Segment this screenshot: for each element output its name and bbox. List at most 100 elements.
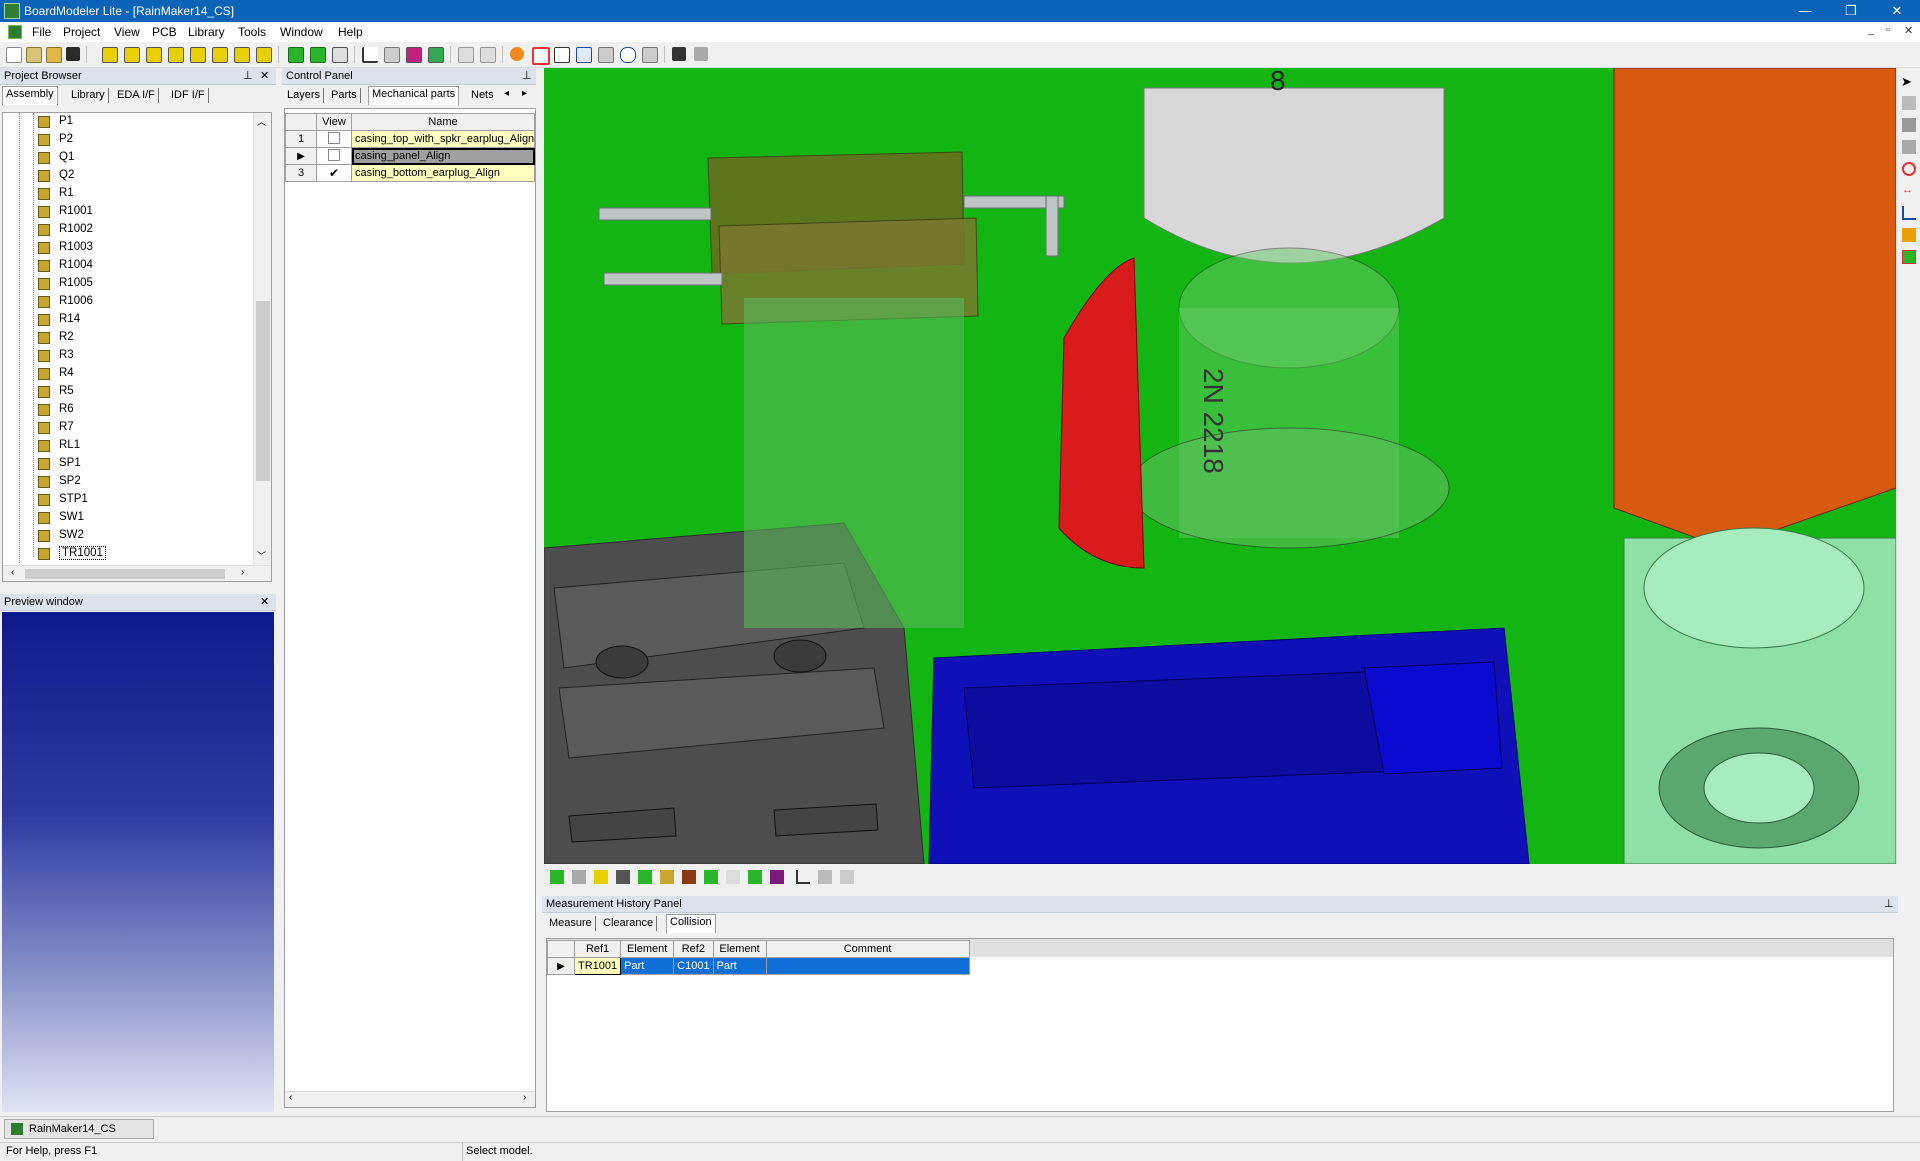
tab-nets[interactable]: Nets: [468, 88, 497, 103]
transparency-icon[interactable]: [840, 870, 854, 884]
scroll-left-icon[interactable]: ‹: [11, 567, 14, 578]
column-header-name[interactable]: Name: [351, 113, 535, 131]
view-top-icon[interactable]: [550, 870, 564, 884]
tree-item[interactable]: SW2: [33, 527, 243, 545]
tab-parts[interactable]: Parts: [328, 88, 361, 103]
tab-collision[interactable]: Collision: [666, 914, 716, 933]
tree-item[interactable]: R1004: [33, 257, 243, 275]
distance-icon[interactable]: ↔: [1902, 184, 1916, 198]
tree-item[interactable]: SP1: [33, 455, 243, 473]
clearance-icon[interactable]: [1902, 228, 1916, 242]
component-tool-4-icon[interactable]: [168, 47, 184, 63]
tree-item[interactable]: P2: [33, 131, 243, 149]
tree-item[interactable]: RL1: [33, 437, 243, 455]
snap-icon[interactable]: [1902, 140, 1916, 154]
tab-mechanical-parts[interactable]: Mechanical parts: [368, 86, 460, 105]
view-back-icon[interactable]: [616, 870, 630, 884]
rotate-icon[interactable]: [510, 47, 524, 61]
preview-close-icon[interactable]: ✕: [260, 595, 269, 608]
scroll-up-icon[interactable]: ︿: [257, 115, 266, 128]
component-tool-8-icon[interactable]: [256, 47, 272, 63]
mdi-restore-button[interactable]: ▫: [1886, 24, 1890, 36]
view-front-icon[interactable]: [594, 870, 608, 884]
column-header-ref2[interactable]: Ref2: [673, 940, 714, 958]
align-2-icon[interactable]: [480, 47, 496, 63]
component-tool-7-icon[interactable]: [234, 47, 250, 63]
component-tool-3-icon[interactable]: [146, 47, 162, 63]
tree-item[interactable]: R2: [33, 329, 243, 347]
tree-item[interactable]: P1: [33, 113, 243, 131]
ref1-cell[interactable]: TR1001: [573, 957, 622, 975]
scroll-right-icon[interactable]: ›: [241, 567, 244, 578]
tree-item[interactable]: SP2: [33, 473, 243, 491]
angle-icon[interactable]: [1902, 206, 1916, 220]
board-view-1-icon[interactable]: [288, 47, 304, 63]
tree-item[interactable]: SW1: [33, 509, 243, 527]
comment-cell[interactable]: [765, 957, 970, 975]
shade-icon[interactable]: [748, 870, 762, 884]
tree-item[interactable]: Q1: [33, 149, 243, 167]
column-header-element2[interactable]: Element: [712, 940, 767, 958]
rotate-view-icon[interactable]: [1902, 162, 1916, 176]
tab-scroll-left-icon[interactable]: ◂: [504, 88, 509, 99]
tree-item[interactable]: R1003: [33, 239, 243, 257]
tree-item[interactable]: R1001: [33, 203, 243, 221]
component-tool-5-icon[interactable]: [190, 47, 206, 63]
table-row[interactable]: 3 ✔ casing_bottom_earplug_Align: [285, 164, 535, 182]
tree-item[interactable]: R1002: [33, 221, 243, 239]
table-row[interactable]: 1 casing_top_with_spkr_earplug_Align: [285, 130, 535, 148]
view-left-icon[interactable]: [638, 870, 652, 884]
mdi-minimize-button[interactable]: _: [1868, 24, 1874, 36]
component-tool-6-icon[interactable]: [212, 47, 228, 63]
zoom-window-icon[interactable]: [598, 47, 614, 63]
axis-icon[interactable]: [362, 47, 378, 63]
print-preview-icon[interactable]: [694, 47, 708, 61]
tab-library[interactable]: Library: [68, 88, 109, 103]
menu-view[interactable]: View: [114, 25, 140, 39]
tab-clearance[interactable]: Clearance: [600, 916, 658, 931]
component-tool-1-icon[interactable]: [102, 47, 118, 63]
grid-toggle-icon[interactable]: [818, 870, 832, 884]
tab-idf-if[interactable]: IDF I/F: [168, 88, 209, 103]
tree-hscrollbar[interactable]: ‹ ›: [3, 565, 271, 581]
table-row[interactable]: ▶ TR1001 Part C1001 Part: [547, 957, 970, 975]
axis-toggle-icon[interactable]: [796, 870, 810, 884]
tab-layers[interactable]: Layers: [284, 88, 325, 103]
3d-viewport[interactable]: 8 2N 2218: [544, 68, 1896, 864]
tree-vscroll-thumb[interactable]: [256, 301, 270, 481]
tab-eda-if[interactable]: EDA I/F: [114, 88, 159, 103]
column-header-comment[interactable]: Comment: [765, 940, 970, 958]
align-1-icon[interactable]: [458, 47, 474, 63]
table-row[interactable]: ▶ casing_panel_Align: [285, 147, 535, 165]
pan-hand-icon[interactable]: [1902, 96, 1916, 110]
control-pin-icon[interactable]: ⊥: [522, 69, 532, 82]
zoom-target-icon[interactable]: [532, 47, 550, 65]
zoom-icon[interactable]: [620, 47, 636, 63]
tree-item[interactable]: R3: [33, 347, 243, 365]
tree-item[interactable]: R1: [33, 185, 243, 203]
tab-assembly[interactable]: Assembly: [2, 86, 58, 105]
tree-item[interactable]: R5: [33, 383, 243, 401]
grid-icon[interactable]: [384, 47, 400, 63]
view-bottom-icon[interactable]: [572, 870, 586, 884]
tree-item[interactable]: R4: [33, 365, 243, 383]
tree-item[interactable]: R1005: [33, 275, 243, 293]
menu-help[interactable]: Help: [338, 25, 363, 39]
tree-item[interactable]: R14: [33, 311, 243, 329]
grid-hscrollbar[interactable]: ‹ ›: [285, 1091, 535, 1107]
pan-icon[interactable]: [554, 47, 570, 63]
document-tab[interactable]: RainMaker14_CS: [4, 1119, 154, 1139]
part-name[interactable]: casing_panel_Align: [351, 147, 535, 165]
tree-item[interactable]: R6: [33, 401, 243, 419]
part-name[interactable]: casing_top_with_spkr_earplug_Align: [351, 130, 535, 148]
menu-file[interactable]: File: [32, 25, 51, 39]
grid-scroll-left-icon[interactable]: ‹: [289, 1092, 292, 1103]
ref2-cell[interactable]: C1001: [673, 957, 714, 975]
mdi-close-button[interactable]: ✕: [1904, 24, 1913, 37]
menu-library[interactable]: Library: [188, 25, 225, 39]
element2-cell[interactable]: Part: [712, 957, 767, 975]
tree-item[interactable]: TR1001: [33, 545, 243, 563]
open-project-icon[interactable]: [46, 47, 62, 63]
grid-scroll-right-icon[interactable]: ›: [523, 1092, 526, 1103]
close-button[interactable]: ✕: [1874, 0, 1920, 22]
